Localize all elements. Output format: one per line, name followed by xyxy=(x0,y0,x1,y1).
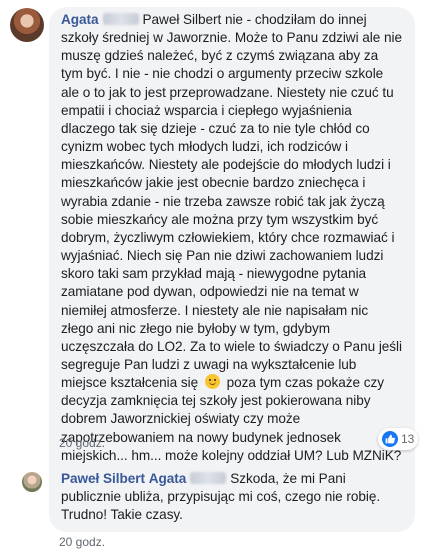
comment-author[interactable]: Paweł Silbert xyxy=(61,471,145,486)
reaction-count: 13 xyxy=(401,432,415,446)
redacted-surname xyxy=(102,13,139,26)
comment-timestamp[interactable]: 20 godz. xyxy=(59,436,105,450)
avatar-pawel-silbert[interactable] xyxy=(22,472,42,492)
comment-text: Paweł Silbert nie - chodziłam do innej s… xyxy=(61,12,402,391)
comment-author[interactable]: Agata xyxy=(61,12,99,27)
comment-bubble-agata: Agata Paweł Silbert nie - chodziłam do in… xyxy=(49,7,415,510)
comment-timestamp[interactable]: 20 godz. xyxy=(59,535,105,549)
reactions-badge[interactable]: 13 xyxy=(378,428,418,450)
like-thumbs-up-icon xyxy=(382,431,398,447)
avatar-agata[interactable] xyxy=(10,8,44,42)
smiling-face-emoji-icon xyxy=(204,374,220,390)
comment-bubble-pawel: Paweł Silbert Agata Szkoda, że mi Pani pu… xyxy=(49,466,415,533)
mention-link[interactable]: Agata xyxy=(149,471,187,486)
redacted-surname xyxy=(190,472,227,485)
